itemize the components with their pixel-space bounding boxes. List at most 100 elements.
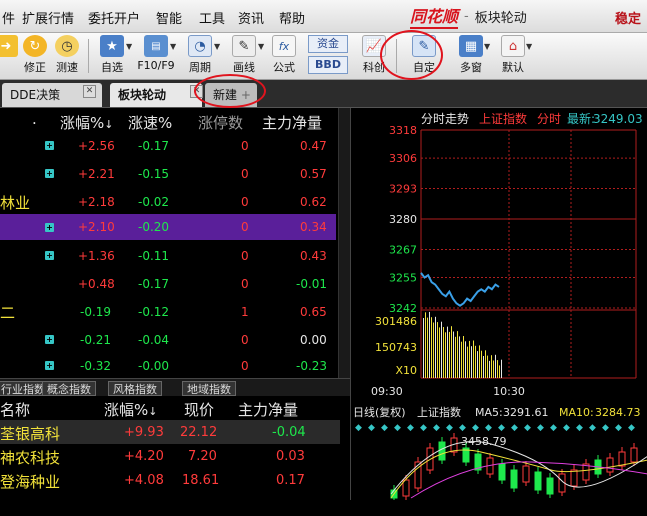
volume-bar xyxy=(447,326,448,378)
volume-bar xyxy=(483,356,484,378)
volume-bar xyxy=(439,327,440,378)
x-tick-label: 10:30 xyxy=(493,385,525,398)
y-tick-label: 3306 xyxy=(389,152,417,165)
y-tick-label: 3293 xyxy=(389,183,417,196)
volume-tick-label: 301486 xyxy=(375,315,417,328)
table-row-selected[interactable]: + +2.10 -0.20 0 0.34 xyxy=(0,214,336,240)
menu-news[interactable]: 资讯 xyxy=(238,8,264,27)
signal-diamond: ◆ xyxy=(563,423,570,433)
menu-tools[interactable]: 工具 xyxy=(199,8,225,27)
column-header-change[interactable]: 涨幅%↓ xyxy=(104,399,157,420)
y-axis-ticks: 3318 3306 3293 3280 3267 3255 3242 xyxy=(389,124,417,315)
tab-concept-index[interactable]: 概念指数 xyxy=(42,381,96,396)
expand-icon[interactable]: + xyxy=(45,251,54,260)
signal-diamond: ◆ xyxy=(420,423,427,433)
column-header-net-volume[interactable]: 主力净量 xyxy=(262,112,322,133)
column-header-limit-up[interactable]: 涨停数 xyxy=(198,112,243,133)
multi-window-icon: ▦ xyxy=(459,35,483,57)
candle-body xyxy=(498,463,506,481)
volume-bar xyxy=(473,340,474,378)
menu-file[interactable]: 件 xyxy=(2,8,15,27)
toolbar: ➜ ↻ 修正 ◷ 测速 ★ 自选 ▼ ▤ F10/F9 ▼ ◔ 周期 ▼ ✎ 画… xyxy=(0,33,647,80)
y-tick-label: 3255 xyxy=(389,272,417,285)
signal-diamond: ◆ xyxy=(485,423,492,433)
toolbar-button-fund[interactable]: 资金 BBD xyxy=(306,35,350,77)
volume-bar xyxy=(487,355,488,378)
signal-diamond: ◆ xyxy=(355,423,362,433)
tab-region-index[interactable]: 地域指数 xyxy=(182,381,236,396)
window-title: 板块轮动 xyxy=(474,10,527,26)
pencil-icon: ✎ xyxy=(232,35,256,57)
chevron-down-icon[interactable]: ▼ xyxy=(170,42,176,51)
close-icon[interactable]: ✕ xyxy=(83,85,96,98)
arrow-icon: ➜ xyxy=(0,35,18,57)
table-row[interactable]: 二 -0.19 -0.12 1 0.65 xyxy=(0,298,336,326)
bbd-icon: BBD xyxy=(308,56,348,74)
index-category-tabs: 行业指数 概念指数 风格指数 地域指数 xyxy=(0,378,350,396)
candle-body xyxy=(510,469,518,489)
toolbar-button-speed-test[interactable]: ◷ 测速 xyxy=(52,35,82,77)
menu-extended-market[interactable]: 扩展行情 xyxy=(22,8,74,27)
column-header-price[interactable]: 现价 xyxy=(184,399,214,420)
signal-diamond: ◆ xyxy=(550,423,557,433)
column-header-change[interactable]: 涨幅%↓ xyxy=(60,112,113,133)
table-row[interactable]: + +2.56 -0.17 0 0.47 xyxy=(0,132,336,160)
volume-bar xyxy=(435,316,436,378)
volume-bar xyxy=(423,318,424,378)
tab-sector-rotation[interactable]: 板块轮动 xyxy=(110,83,202,107)
expand-icon[interactable]: + xyxy=(45,141,54,150)
signal-diamond: ◆ xyxy=(368,423,375,433)
candle-body xyxy=(582,463,590,481)
volume-bar xyxy=(501,359,502,378)
column-header-name[interactable]: . xyxy=(32,110,37,128)
tab-style-index[interactable]: 风格指数 xyxy=(108,381,162,396)
chevron-down-icon[interactable]: ▼ xyxy=(214,42,220,51)
expand-icon[interactable]: + xyxy=(45,335,54,344)
table-row[interactable]: 登海种业 +4.08 18.61 0.17 xyxy=(0,468,340,492)
toolbar-button-draw-line[interactable]: ✎ 画线 xyxy=(226,35,262,77)
column-header-speed[interactable]: 涨速% xyxy=(128,112,172,133)
expand-icon[interactable]: + xyxy=(45,169,54,178)
star-list-icon: ★ xyxy=(100,35,124,57)
chevron-down-icon[interactable]: ▼ xyxy=(126,42,132,51)
table-row[interactable]: 林业 +2.18 -0.02 0 0.62 xyxy=(0,188,336,216)
signal-diamond: ◆ xyxy=(394,423,401,433)
menu-help[interactable]: 帮助 xyxy=(279,8,305,27)
volume-bar xyxy=(461,341,462,378)
table-row[interactable]: + +1.36 -0.11 0 0.43 xyxy=(0,242,336,270)
chevron-down-icon[interactable]: ▼ xyxy=(258,42,264,51)
annotation-circle-new-tab xyxy=(194,74,266,108)
menu-smart[interactable]: 智能 xyxy=(156,8,182,27)
table-row[interactable]: + -0.21 -0.04 0 0.00 xyxy=(0,326,336,354)
table-row[interactable] xyxy=(0,492,340,516)
table-row[interactable]: + -0.32 -0.00 0 -0.23 xyxy=(0,352,336,380)
menu-entrust-account[interactable]: 委托开户 xyxy=(88,8,140,27)
toolbar-button-arrow[interactable]: ➜ xyxy=(0,35,18,77)
expand-icon[interactable]: + xyxy=(45,361,54,370)
title-separator: - xyxy=(464,8,469,24)
expand-icon[interactable]: + xyxy=(45,223,54,232)
candle-body xyxy=(618,451,626,467)
candle-body xyxy=(570,469,578,487)
chevron-down-icon[interactable]: ▼ xyxy=(484,42,490,51)
table-row-selected[interactable]: 荃银高科 +9.93 22.12 -0.04 xyxy=(0,420,340,444)
table-row[interactable]: 神农科技 +4.20 7.20 0.03 xyxy=(0,444,340,468)
chevron-down-icon[interactable]: ▼ xyxy=(526,42,532,51)
candle-body xyxy=(630,447,638,463)
toolbar-button-watchlist[interactable]: ★ 自选 xyxy=(94,35,130,77)
table-row[interactable]: +0.48 -0.17 0 -0.01 xyxy=(0,270,336,298)
toolbar-button-fix[interactable]: ↻ 修正 xyxy=(20,35,50,77)
volume-bar xyxy=(445,332,446,378)
vertical-scrollbar[interactable] xyxy=(338,108,350,378)
signal-diamond: ◆ xyxy=(615,423,622,433)
table-row[interactable]: + +2.21 -0.15 0 0.57 xyxy=(0,160,336,188)
column-header-name[interactable]: 名称 xyxy=(0,399,30,420)
refresh-icon: ↻ xyxy=(23,35,47,57)
volume-bar xyxy=(467,346,468,378)
home-icon: ⌂ xyxy=(501,35,525,57)
volume-bar xyxy=(425,312,426,378)
column-header-net-volume[interactable]: 主力净量 xyxy=(238,399,298,420)
clock-icon: ◷ xyxy=(55,35,79,57)
toolbar-button-formula[interactable]: fx 公式 xyxy=(266,35,302,77)
volume-bar xyxy=(431,317,432,378)
